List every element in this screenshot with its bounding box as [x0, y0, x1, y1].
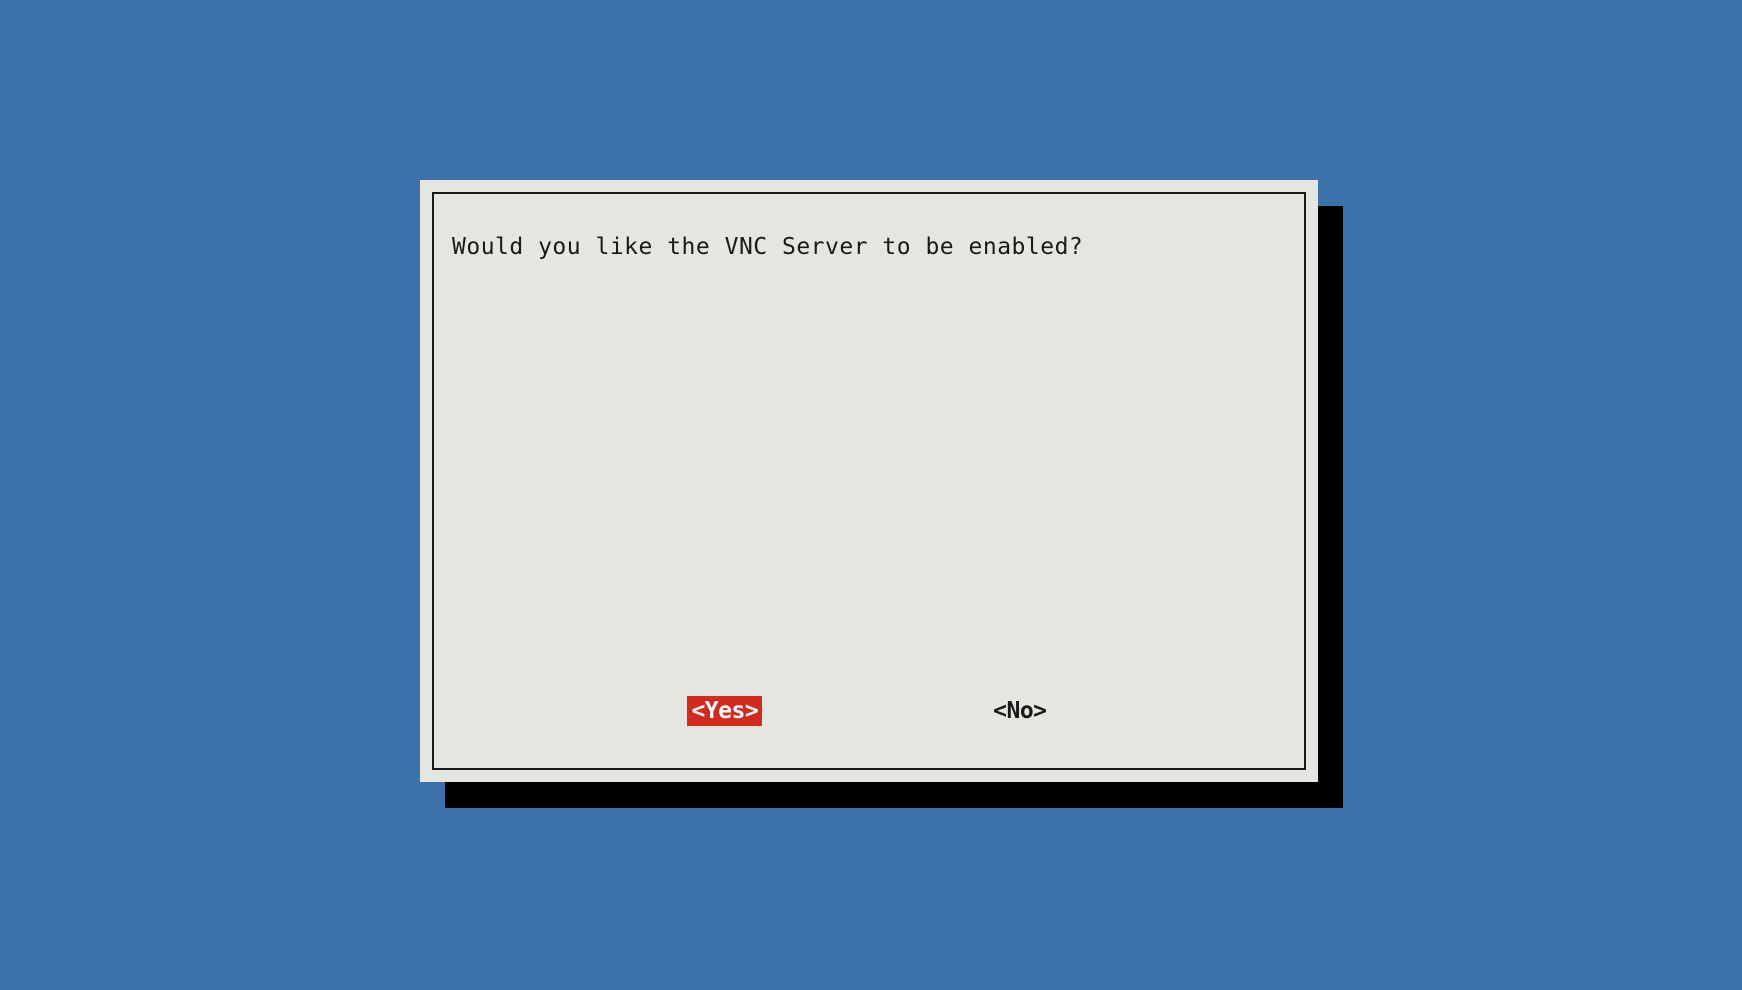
- dialog-frame: Would you like the VNC Server to be enab…: [432, 192, 1306, 770]
- dialog-box: Would you like the VNC Server to be enab…: [420, 180, 1318, 782]
- yes-button[interactable]: <Yes>: [687, 696, 762, 726]
- no-button[interactable]: <No>: [989, 696, 1050, 726]
- dialog-message: Would you like the VNC Server to be enab…: [452, 234, 1083, 260]
- button-row: <Yes> <No>: [434, 696, 1304, 726]
